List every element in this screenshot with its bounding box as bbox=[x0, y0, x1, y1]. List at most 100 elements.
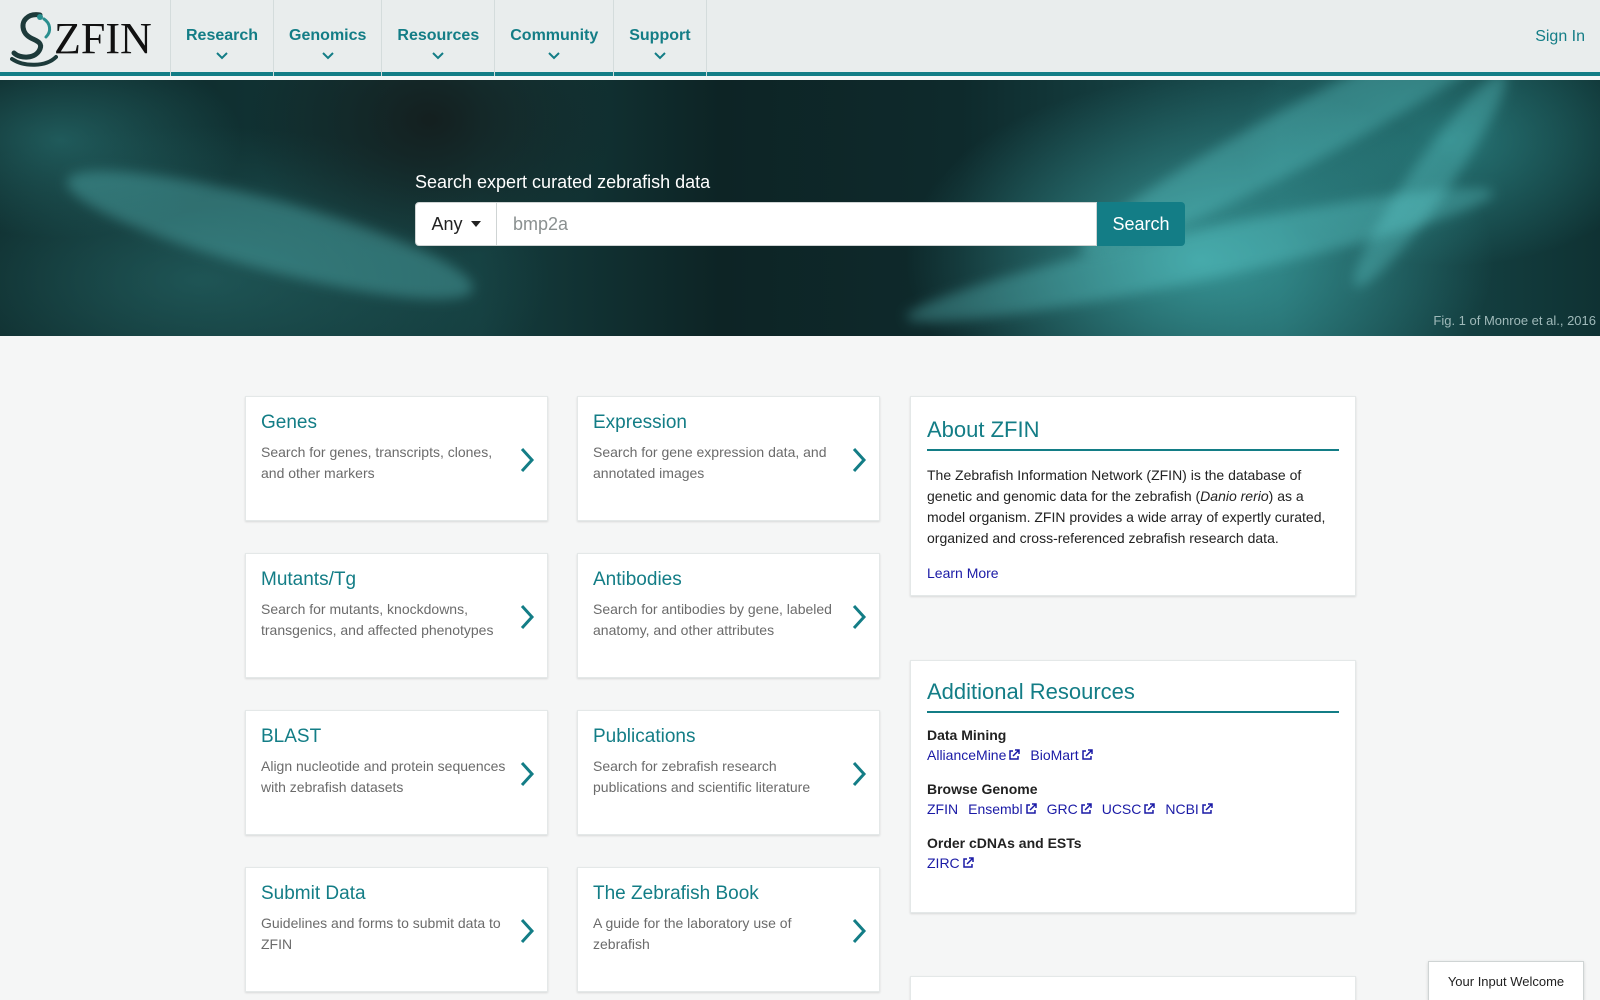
top-navbar: ZFIN Research Genomics Resources Communi… bbox=[0, 0, 1600, 76]
card-description: A guide for the laboratory use of zebraf… bbox=[593, 915, 792, 952]
card-antibodies[interactable]: Antibodies Search for antibodies by gene… bbox=[577, 553, 880, 678]
external-link-icon bbox=[1009, 749, 1021, 760]
chevron-right-icon bbox=[520, 447, 535, 473]
card-mutants[interactable]: Mutants/Tg Search for mutants, knockdown… bbox=[245, 553, 548, 678]
grc-link[interactable]: GRC bbox=[1047, 801, 1092, 817]
link-label: ZFIN bbox=[927, 801, 959, 817]
hero-banner: Search expert curated zebrafish data Any… bbox=[0, 80, 1600, 336]
category-dropdown[interactable]: Any bbox=[415, 202, 497, 246]
card-title: The Zebrafish Book bbox=[593, 883, 759, 904]
about-panel: About ZFIN The Zebrafish Information Net… bbox=[910, 396, 1356, 596]
chevron-right-icon bbox=[520, 604, 535, 630]
alliancemine-link[interactable]: AllianceMine bbox=[927, 747, 1021, 763]
card-title: Genes bbox=[261, 412, 317, 433]
resources-title: Additional Resources bbox=[927, 679, 1339, 713]
chevron-down-icon bbox=[216, 52, 228, 60]
card-zebrafish-book[interactable]: The Zebrafish Book A guide for the labor… bbox=[577, 867, 880, 992]
nav-community[interactable]: Community bbox=[495, 0, 615, 76]
logo-text: ZFIN bbox=[54, 13, 152, 63]
card-description: Guidelines and forms to submit data to Z… bbox=[261, 915, 501, 952]
nav-label: Research bbox=[186, 27, 259, 44]
card-description: Align nucleotide and protein sequences w… bbox=[261, 758, 506, 795]
chevron-down-icon bbox=[654, 52, 666, 60]
chevron-right-icon bbox=[852, 761, 867, 787]
biomart-link[interactable]: BioMart bbox=[1030, 747, 1093, 763]
card-blast[interactable]: BLAST Align nucleotide and protein seque… bbox=[245, 710, 548, 835]
link-label: BioMart bbox=[1030, 747, 1079, 763]
chevron-right-icon bbox=[852, 604, 867, 630]
ensembl-link[interactable]: Ensembl bbox=[968, 801, 1037, 817]
nav-label: Community bbox=[510, 27, 599, 44]
link-label: NCBI bbox=[1165, 801, 1199, 817]
chevron-down-icon bbox=[548, 52, 560, 60]
zirc-link[interactable]: ZIRC bbox=[927, 855, 974, 871]
nav-resources[interactable]: Resources bbox=[382, 0, 496, 76]
card-title: Antibodies bbox=[593, 569, 682, 590]
link-label: GRC bbox=[1046, 801, 1078, 817]
nav-research[interactable]: Research bbox=[171, 0, 275, 76]
zebrafish-logo-icon bbox=[10, 12, 58, 67]
additional-resources-panel: Additional Resources Data Mining Allianc… bbox=[910, 660, 1356, 913]
card-title: Submit Data bbox=[261, 883, 366, 904]
species-name: Danio rerio bbox=[1200, 488, 1269, 504]
external-link-icon bbox=[1144, 803, 1156, 814]
chevron-right-icon bbox=[852, 447, 867, 473]
chevron-right-icon bbox=[852, 918, 867, 944]
external-link-icon bbox=[1202, 803, 1213, 814]
about-text: The Zebrafish Information Network (ZFIN)… bbox=[927, 465, 1339, 549]
resource-links: ZFIN Ensembl GRC UCSC NCBI bbox=[927, 801, 1339, 817]
search-input[interactable] bbox=[497, 202, 1097, 246]
card-title: BLAST bbox=[261, 726, 322, 747]
nav-label: Resources bbox=[397, 27, 480, 44]
ncbi-link[interactable]: NCBI bbox=[1165, 801, 1213, 817]
search-button[interactable]: Search bbox=[1097, 202, 1185, 246]
chevron-right-icon bbox=[520, 918, 535, 944]
card-title: Expression bbox=[593, 412, 687, 433]
link-label: ZIRC bbox=[927, 855, 960, 871]
external-link-icon bbox=[1025, 803, 1037, 814]
more-panel bbox=[910, 976, 1356, 1000]
chevron-down-icon bbox=[322, 52, 334, 60]
chevron-right-icon bbox=[520, 761, 535, 787]
sign-in-link[interactable]: Sign In bbox=[1535, 28, 1585, 46]
external-link-icon bbox=[1081, 749, 1093, 760]
external-link-icon bbox=[962, 857, 974, 868]
external-link-icon bbox=[1080, 803, 1092, 814]
search-bar: Any Search bbox=[415, 202, 1185, 246]
card-description: Search for zebrafish research publicatio… bbox=[593, 758, 811, 795]
learn-more-wrap: Learn More bbox=[927, 565, 1339, 583]
link-label: AllianceMine bbox=[927, 747, 1007, 763]
resource-group-heading: Browse Genome bbox=[927, 781, 1038, 797]
resource-links: AllianceMine BioMart bbox=[927, 747, 1339, 763]
image-caption[interactable]: Fig. 1 of Monroe et al., 2016 bbox=[1433, 313, 1596, 328]
resource-group-heading: Data Mining bbox=[927, 727, 1007, 743]
about-title: About ZFIN bbox=[927, 417, 1339, 451]
card-publications[interactable]: Publications Search for zebrafish resear… bbox=[577, 710, 880, 835]
resource-group-heading: Order cDNAs and ESTs bbox=[927, 835, 1082, 851]
card-description: Search for mutants, knockdowns, transgen… bbox=[261, 601, 494, 638]
card-title: Publications bbox=[593, 726, 696, 747]
card-title: Mutants/Tg bbox=[261, 569, 357, 590]
nav-label: Genomics bbox=[289, 27, 367, 44]
card-expression[interactable]: Expression Search for gene expression da… bbox=[577, 396, 880, 521]
card-description: Search for gene expression data, and ann… bbox=[593, 444, 827, 481]
nav-support[interactable]: Support bbox=[614, 0, 707, 76]
link-label: UCSC bbox=[1101, 801, 1142, 817]
card-submit-data[interactable]: Submit Data Guidelines and forms to subm… bbox=[245, 867, 548, 992]
link-label: Ensembl bbox=[968, 801, 1023, 817]
card-description: Search for antibodies by gene, labeled a… bbox=[593, 601, 832, 638]
nav-genomics[interactable]: Genomics bbox=[274, 0, 383, 76]
learn-more-link[interactable]: Learn More bbox=[927, 565, 999, 581]
zfin-logo[interactable]: ZFIN bbox=[0, 0, 171, 76]
ucsc-link[interactable]: UCSC bbox=[1102, 801, 1156, 817]
resource-links: ZIRC bbox=[927, 855, 1339, 871]
zfin-genome-link[interactable]: ZFIN bbox=[927, 801, 958, 817]
feedback-button[interactable]: Your Input Welcome bbox=[1428, 961, 1584, 1000]
caret-down-icon bbox=[470, 221, 481, 227]
nav-label: Support bbox=[629, 27, 691, 44]
chevron-down-icon bbox=[432, 52, 445, 60]
card-genes[interactable]: Genes Search for genes, transcripts, clo… bbox=[245, 396, 548, 521]
card-description: Search for genes, transcripts, clones, a… bbox=[261, 444, 493, 481]
category-selected: Any bbox=[431, 213, 463, 234]
hero-title: Search expert curated zebrafish data bbox=[415, 172, 711, 192]
